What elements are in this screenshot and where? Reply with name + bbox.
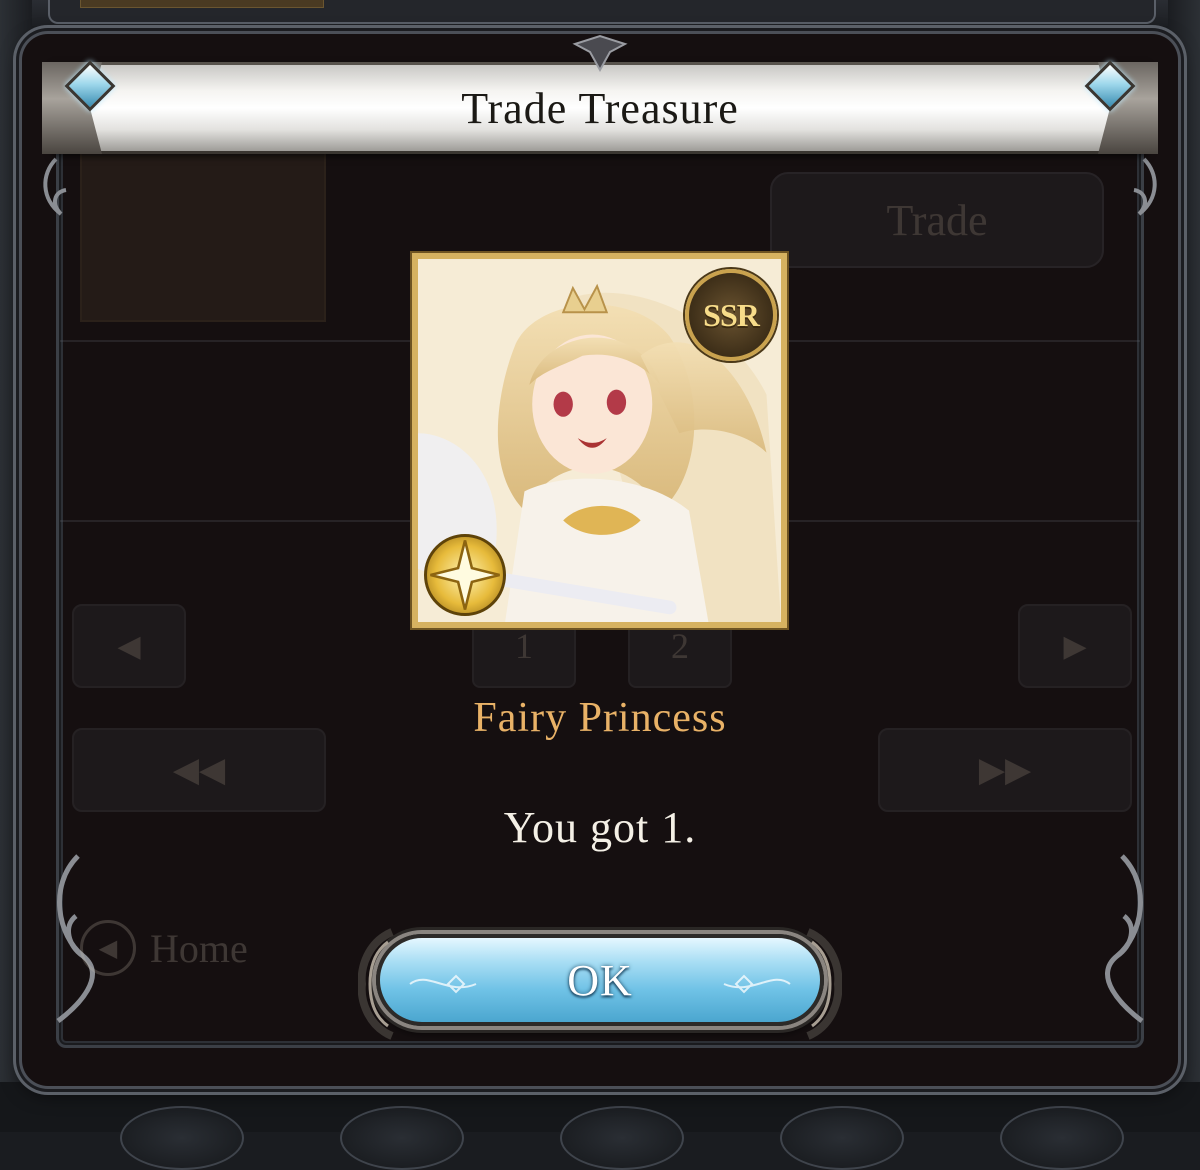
background-bottom-bar <box>0 1082 1200 1170</box>
corner-ornament <box>1094 154 1164 224</box>
background-menu-orb <box>560 1106 684 1170</box>
background-next-page-button: ▶ <box>1018 604 1132 688</box>
button-flourish <box>723 974 791 994</box>
background-top-thumbnail <box>80 0 324 8</box>
light-element-icon <box>424 534 506 616</box>
back-arrow-icon: ◀ <box>80 920 136 976</box>
item-name: Fairy Princess <box>473 695 727 741</box>
button-end-cap <box>806 928 842 1040</box>
background-prev-page-button: ◀ <box>72 604 186 688</box>
rarity-label: SSR <box>703 296 760 333</box>
corner-ornament <box>1072 846 1162 1026</box>
title-banner: Trade Treasure <box>52 62 1148 154</box>
ok-button[interactable]: OK <box>358 928 842 1040</box>
star-compass-icon <box>430 540 500 610</box>
ok-button-label: OK <box>567 955 633 1005</box>
button-flourish <box>409 974 477 994</box>
background-menu-orb <box>340 1106 464 1170</box>
rarity-badge: SSR <box>685 269 777 361</box>
banner-crest-ornament <box>572 34 628 73</box>
result-message: You got 1. <box>503 803 697 852</box>
background-trade-button: Trade <box>770 172 1104 268</box>
background-home-button: ◀ Home <box>80 920 248 976</box>
background-menu-orb <box>120 1106 244 1170</box>
background-menu-orb <box>1000 1106 1124 1170</box>
background-menu-orb <box>780 1106 904 1170</box>
background-home-label: Home <box>150 925 248 971</box>
background-item-thumbnail <box>80 150 326 322</box>
item-card-image: SSR <box>412 253 787 628</box>
dialog-title: Trade Treasure <box>461 83 739 133</box>
button-end-cap <box>358 928 394 1040</box>
